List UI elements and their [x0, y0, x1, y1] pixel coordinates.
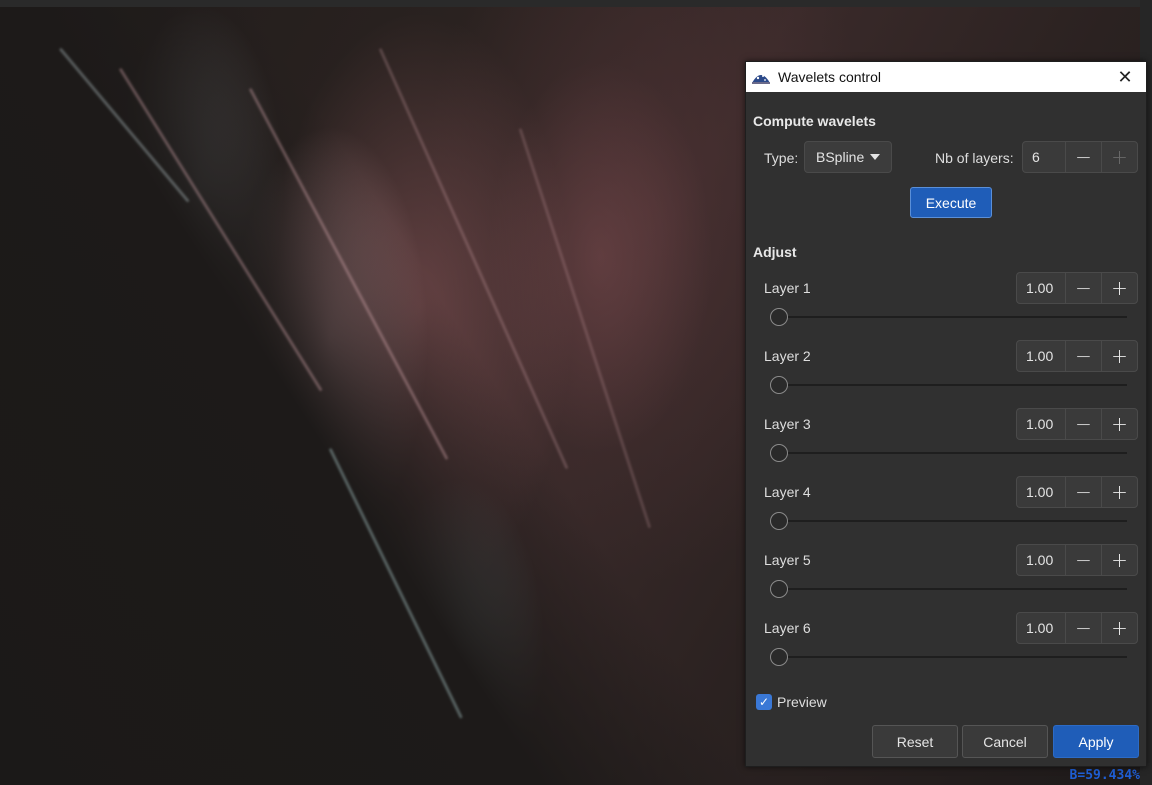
app-icon [752, 75, 770, 84]
dropdown-arrow-icon [870, 154, 881, 160]
layer-slider-track[interactable] [776, 656, 1127, 658]
apply-button[interactable]: Apply [1053, 725, 1139, 758]
layer-label: Layer 4 [764, 484, 811, 500]
layer-value-spinner[interactable]: 1.00− + [1016, 340, 1138, 372]
layer-slider-handle[interactable] [770, 376, 788, 394]
minus-icon[interactable]: − [1065, 341, 1101, 371]
close-icon[interactable]: ✕ [1104, 62, 1146, 92]
layer-label: Layer 2 [764, 348, 811, 364]
layer-label: Layer 5 [764, 552, 811, 568]
cancel-button[interactable]: Cancel [962, 725, 1048, 758]
wavelets-dialog: Wavelets control ✕ Compute wavelets Type… [745, 61, 1147, 767]
layer-slider-track[interactable] [776, 384, 1127, 386]
type-label: Type: [764, 150, 799, 166]
pixel-readout: B=59.434% [1069, 768, 1140, 783]
minus-icon[interactable]: − [1065, 273, 1101, 303]
layer-label: Layer 6 [764, 620, 811, 636]
plus-icon[interactable]: + [1101, 341, 1137, 371]
type-combobox[interactable]: BSpline [804, 141, 892, 173]
layer-value[interactable]: 1.00 [1017, 341, 1065, 371]
plus-icon[interactable]: + [1101, 477, 1137, 507]
minus-icon[interactable]: − [1065, 409, 1101, 439]
plus-icon[interactable]: + [1101, 142, 1137, 172]
layer-slider-track[interactable] [776, 520, 1127, 522]
plus-icon[interactable]: + [1101, 273, 1137, 303]
layer-slider-handle[interactable] [770, 444, 788, 462]
layer-value[interactable]: 1.00 [1017, 477, 1065, 507]
layer-slider-track[interactable] [776, 316, 1127, 318]
reset-button[interactable]: Reset [872, 725, 958, 758]
preview-checkbox[interactable]: ✓ [756, 694, 772, 710]
plus-icon[interactable]: + [1101, 613, 1137, 643]
plus-icon[interactable]: + [1101, 409, 1137, 439]
layer-slider-handle[interactable] [770, 580, 788, 598]
minus-icon[interactable]: − [1065, 613, 1101, 643]
layer-slider-handle[interactable] [770, 512, 788, 530]
layer-slider-track[interactable] [776, 452, 1127, 454]
layer-label: Layer 1 [764, 280, 811, 296]
layers-count-spinner[interactable]: 6 − + [1022, 141, 1138, 173]
layer-value[interactable]: 1.00 [1017, 613, 1065, 643]
layer-slider-track[interactable] [776, 588, 1127, 590]
dialog-title: Wavelets control [778, 69, 881, 85]
minus-icon[interactable]: − [1065, 545, 1101, 575]
layer-value-spinner[interactable]: 1.00− + [1016, 408, 1138, 440]
layers-count-value[interactable]: 6 [1023, 142, 1065, 172]
preview-label: Preview [777, 694, 827, 710]
top-strip [0, 0, 1152, 7]
layer-slider-handle[interactable] [770, 648, 788, 666]
layer-value[interactable]: 1.00 [1017, 409, 1065, 439]
layer-slider-handle[interactable] [770, 308, 788, 326]
minus-icon[interactable]: − [1065, 142, 1101, 172]
layer-value-spinner[interactable]: 1.00− + [1016, 272, 1138, 304]
adjust-section-heading: Adjust [753, 244, 797, 260]
execute-button[interactable]: Execute [910, 187, 992, 218]
type-value: BSpline [816, 149, 865, 165]
layer-value-spinner[interactable]: 1.00− + [1016, 612, 1138, 644]
checkmark-icon: ✓ [758, 695, 770, 709]
layers-count-label: Nb of layers: [935, 150, 1014, 166]
layer-label: Layer 3 [764, 416, 811, 432]
layer-value[interactable]: 1.00 [1017, 545, 1065, 575]
layer-value[interactable]: 1.00 [1017, 273, 1065, 303]
minus-icon[interactable]: − [1065, 477, 1101, 507]
compute-section-heading: Compute wavelets [753, 113, 876, 129]
layer-value-spinner[interactable]: 1.00− + [1016, 476, 1138, 508]
layer-value-spinner[interactable]: 1.00− + [1016, 544, 1138, 576]
plus-icon[interactable]: + [1101, 545, 1137, 575]
dialog-titlebar[interactable]: Wavelets control ✕ [746, 62, 1146, 92]
